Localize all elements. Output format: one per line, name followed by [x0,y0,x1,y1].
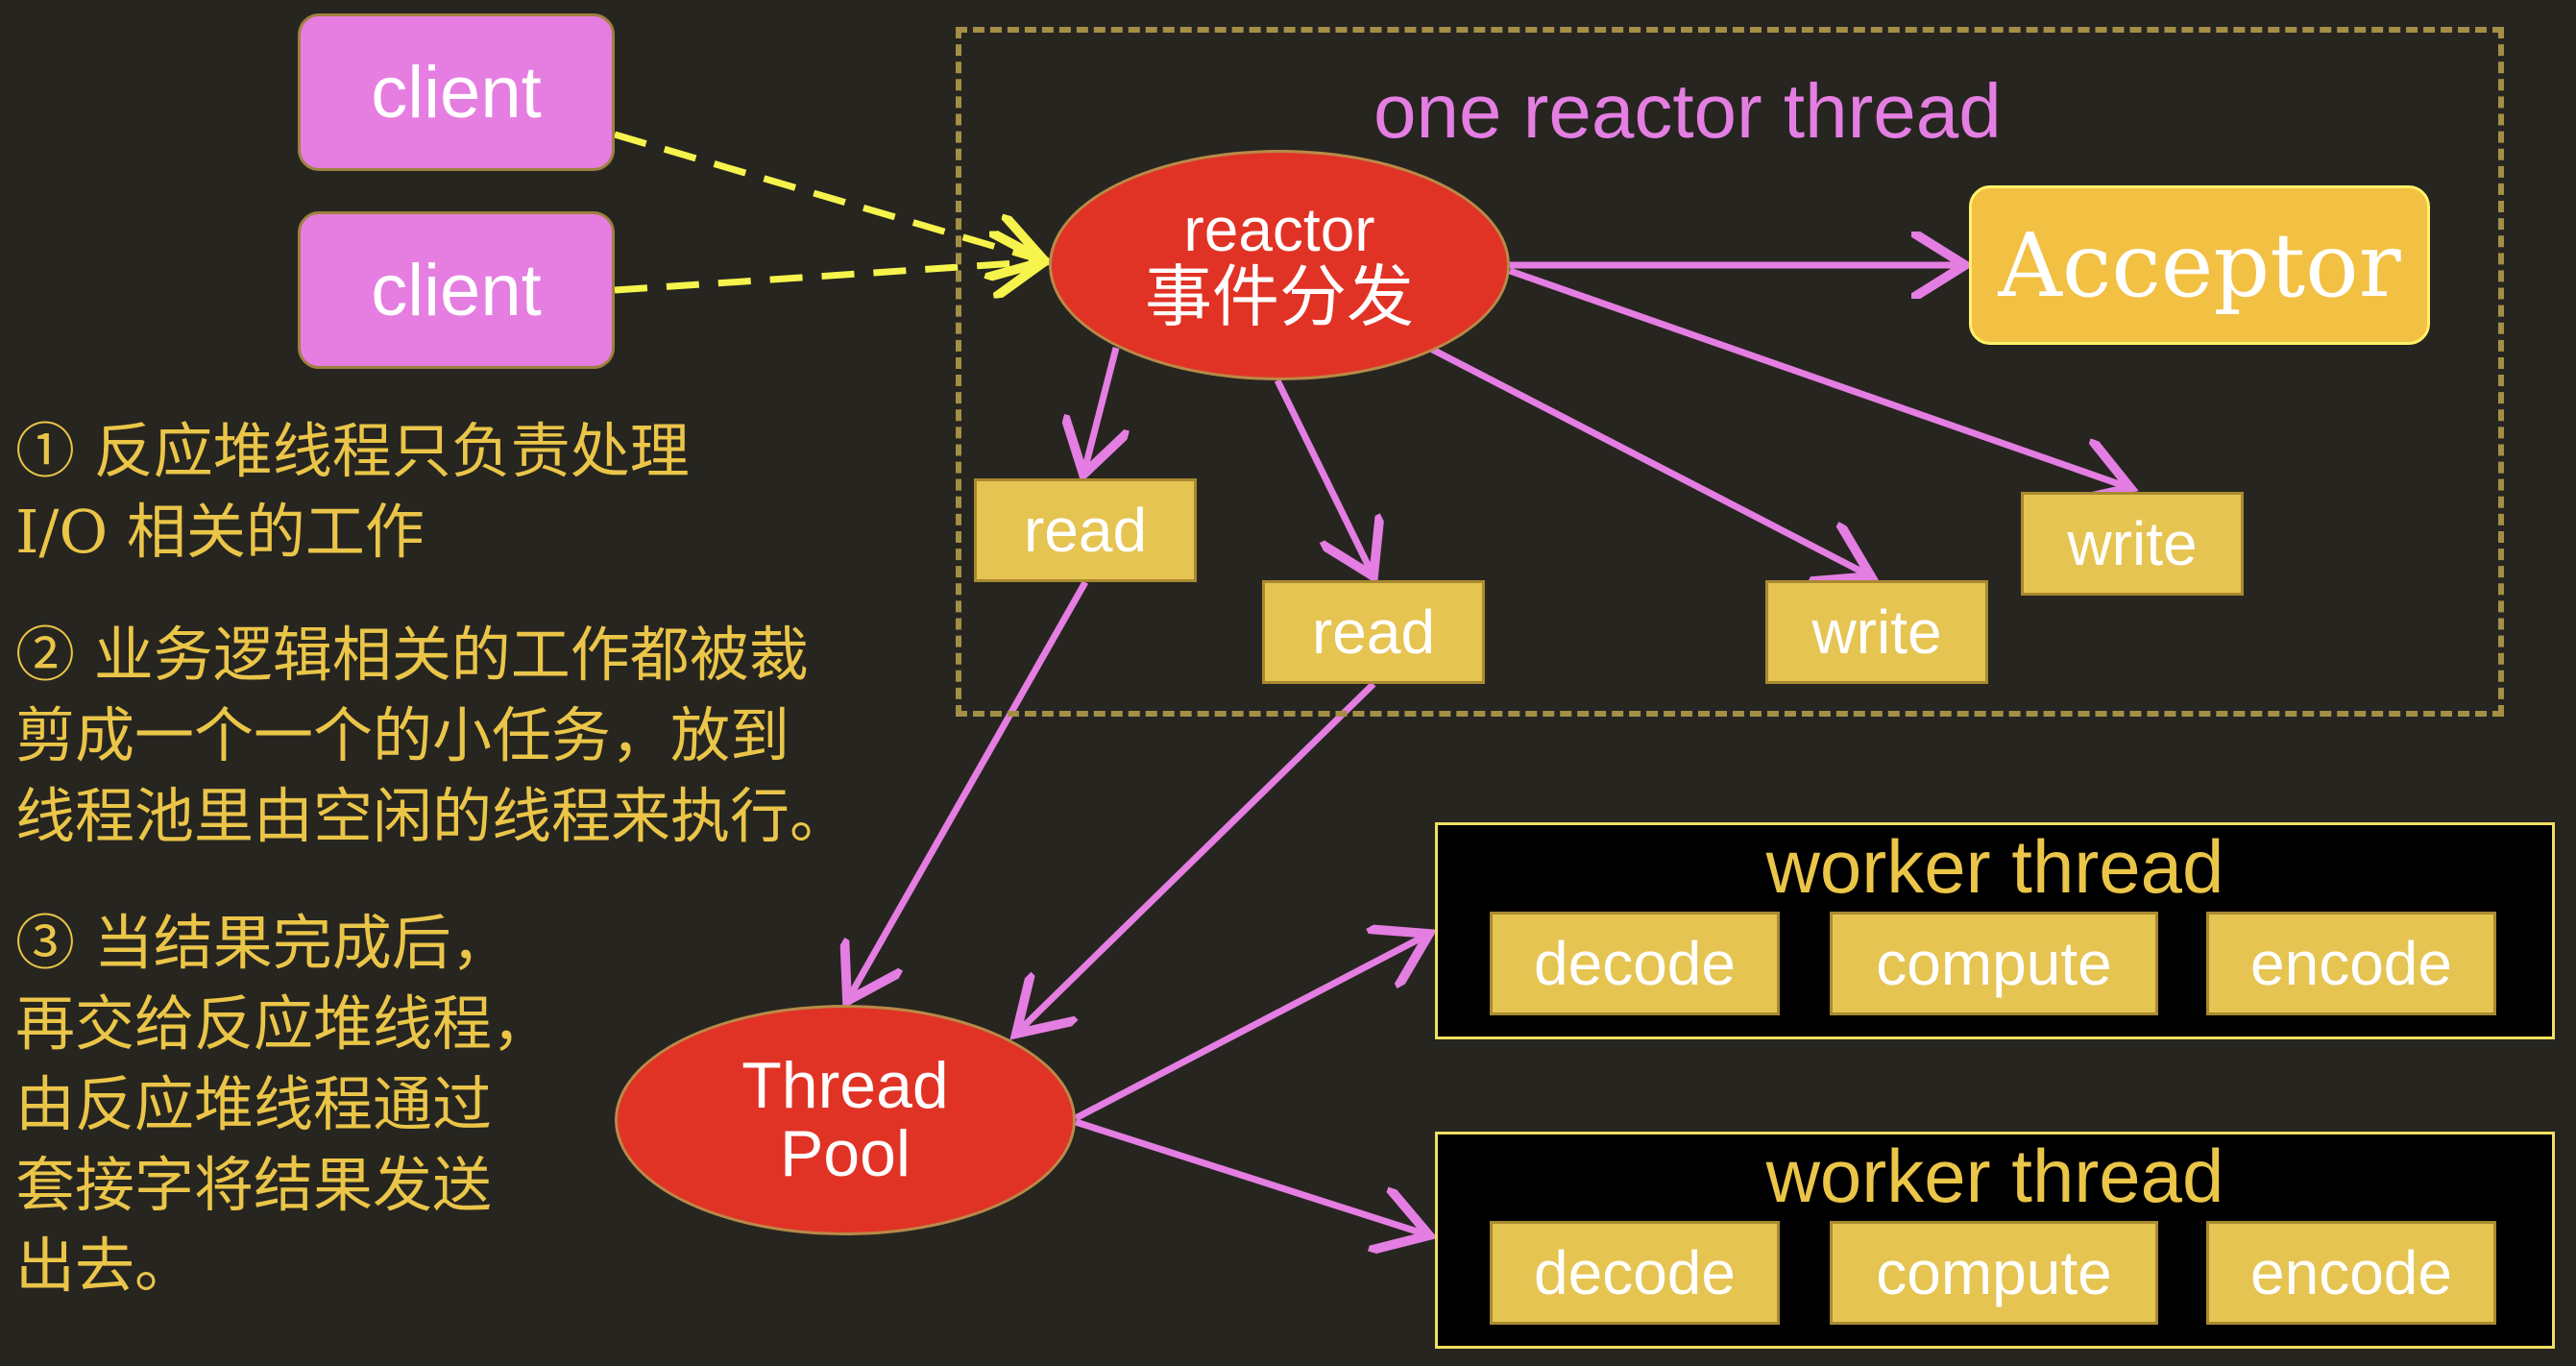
pool-to-worker-1-arrow [1074,934,1429,1122]
client-box-2: client [298,211,615,369]
acceptor-box: Acceptor [1969,185,2430,345]
pool-to-worker-2-arrow [1074,1118,1429,1235]
worker-thread-2: worker thread decode compute encode [1435,1132,2555,1349]
note-3: ③ 当结果完成后， 再交给反应堆线程， 由反应堆线程通过 套接字将结果发送 出去… [15,908,552,1301]
encode-box-2: encode [2206,1221,2496,1325]
compute-box-1: compute [1830,912,2158,1015]
worker-thread-1-title: worker thread [1765,824,2224,909]
thread-pool-label-2: Pool [779,1117,911,1190]
read-box-1: read [974,478,1197,582]
client-box-1: client [298,13,615,171]
thread-pool-node: Thread Pool [615,1005,1076,1235]
write-box-2: write [2021,492,2244,596]
worker-thread-2-title: worker thread [1765,1134,2224,1218]
reactor-node: reactor 事件分发 [1049,150,1510,380]
reactor-label: reactor [1183,194,1375,264]
decode-box-1: decode [1490,912,1780,1015]
reactor-threadpool-diagram: one reactor thread client client reactor… [0,0,2576,1366]
reactor-thread-title: one reactor thread [1373,68,2002,154]
note-2: ② 业务逻辑相关的工作都被裁 剪成一个一个的小任务，放到 线程池里由空闲的线程来… [15,620,850,851]
thread-pool-label-1: Thread [741,1048,949,1122]
decode-box-2: decode [1490,1221,1780,1325]
worker-thread-1: worker thread decode compute encode [1435,822,2555,1039]
compute-box-2: compute [1830,1221,2158,1325]
encode-box-1: encode [2206,912,2496,1015]
write-box-1: write [1765,580,1988,684]
read-2-to-pool-arrow [1016,681,1376,1034]
note-1: ① 反应堆线程只负责处理 I/O 相关的工作 [15,416,690,567]
read-box-2: read [1262,580,1485,684]
reactor-sublabel: 事件分发 [1145,256,1414,336]
